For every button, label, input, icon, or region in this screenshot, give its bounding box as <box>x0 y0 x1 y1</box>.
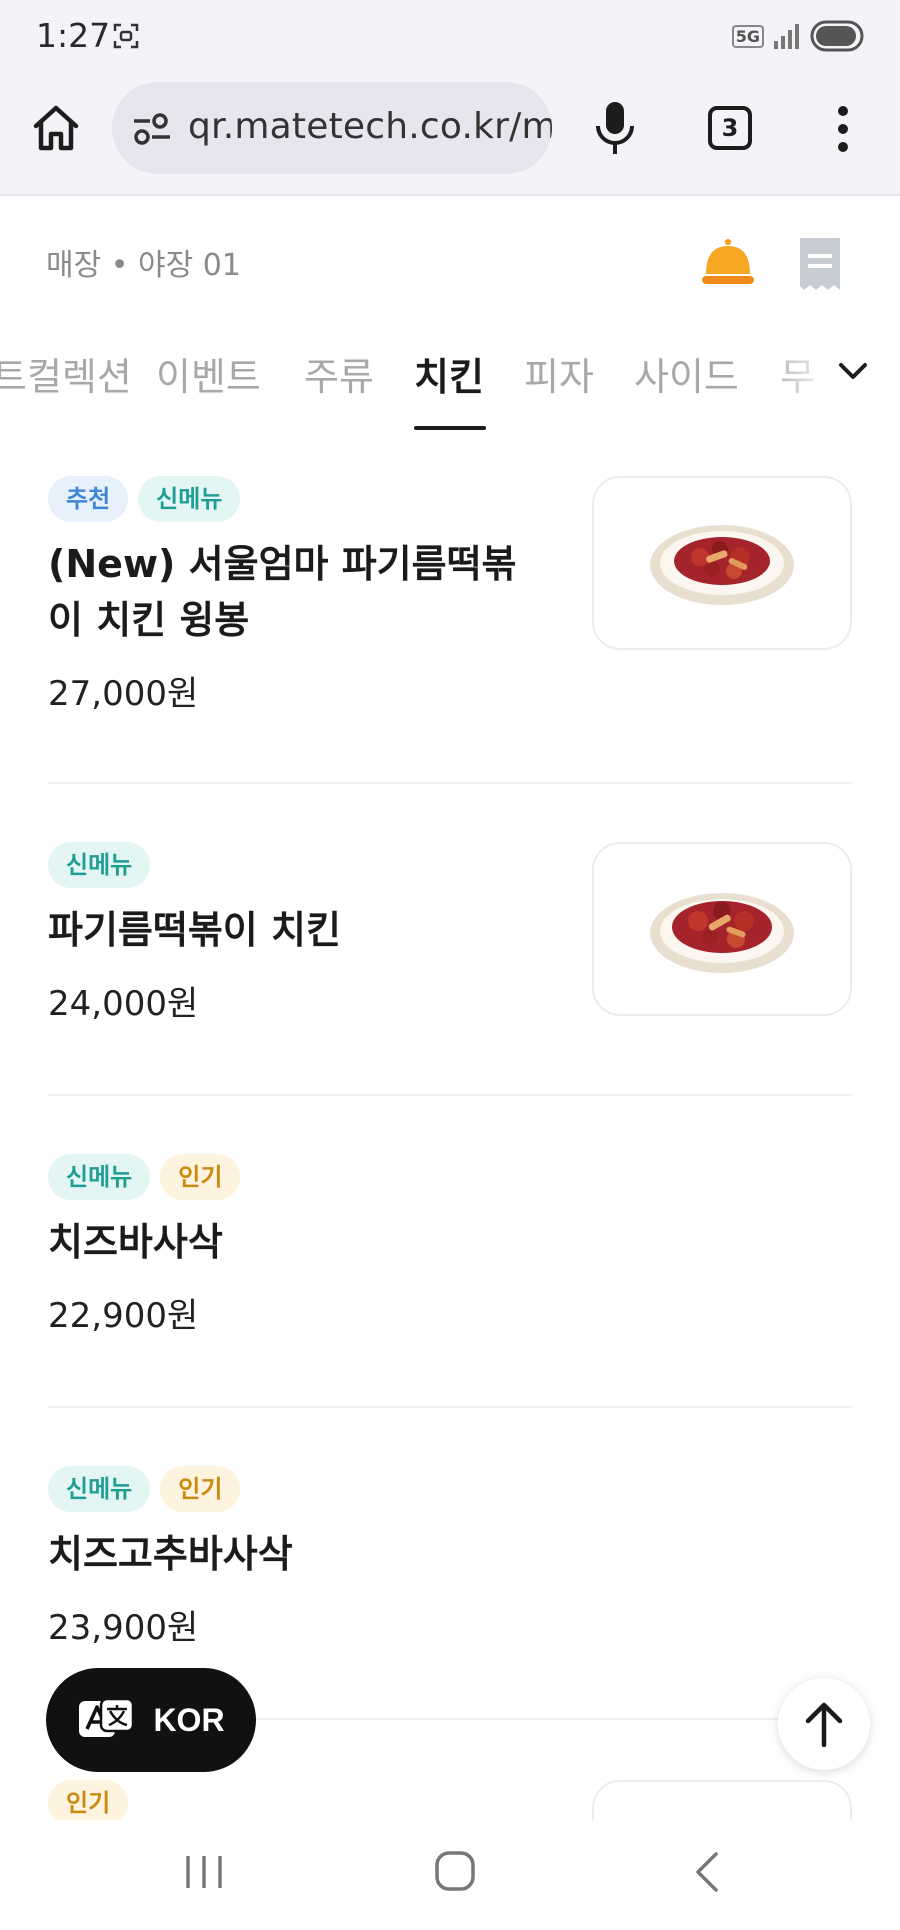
badge-recommended: 추천 <box>48 476 129 522</box>
badge-popular: 인기 <box>160 1466 241 1512</box>
badge-new: 신메뉴 <box>48 1466 151 1512</box>
menu-item[interactable]: 신메뉴 인기 치즈고추바사삭 23,900원 <box>48 1466 852 1649</box>
badge-popular: 인기 <box>48 1780 129 1820</box>
site-settings-icon[interactable] <box>132 112 172 146</box>
tab-switcher-button[interactable]: 3 <box>708 106 752 150</box>
url-text: qr.matetech.co.kr/me <box>188 106 552 147</box>
tab-category-5[interactable]: 사이드 <box>634 346 739 401</box>
call-staff-bell-icon[interactable] <box>700 236 756 288</box>
home-icon[interactable] <box>30 102 82 154</box>
badge-new: 신메뉴 <box>48 842 151 888</box>
home-nav-icon[interactable] <box>434 1850 476 1892</box>
status-icons: 5G <box>731 20 864 52</box>
language-label: KOR <box>153 1701 225 1738</box>
battery-icon <box>810 20 864 52</box>
tab-category-1[interactable]: 이벤트 <box>156 346 261 401</box>
menu-item-name: 치즈고추바사삭 <box>48 1532 293 1576</box>
store-table-label: 매장 • 야장 01 <box>46 248 241 283</box>
menu-item[interactable]: 신메뉴 파기름떡볶이 치킨 24,000원 <box>48 842 852 1025</box>
recent-apps-icon[interactable] <box>182 1852 226 1892</box>
microphone-icon[interactable] <box>590 100 640 156</box>
language-toggle-button[interactable]: KOR <box>46 1668 256 1772</box>
menu-item-price: 22,900원 <box>48 1296 199 1336</box>
menu-item-name: 파기름떡볶이 치킨 <box>48 908 341 952</box>
signal-icon <box>774 24 799 49</box>
menu-item[interactable]: 추천 신메뉴 (New) 서울엄마 파기름떡볶이 치킨 윙봉 27,000원 <box>48 476 852 715</box>
tab-category-0[interactable]: 트컬렉션 <box>0 346 132 401</box>
menu-item-price: 27,000원 <box>48 674 199 714</box>
active-tab-indicator <box>414 426 486 430</box>
status-time: 1:27 <box>36 16 111 55</box>
badge-new: 신메뉴 <box>48 1154 151 1200</box>
badge-popular: 인기 <box>160 1154 241 1200</box>
more-options-icon[interactable] <box>836 104 850 154</box>
chevron-down-icon[interactable] <box>836 358 870 384</box>
network-5g-icon: 5G <box>731 24 764 48</box>
menu-item[interactable]: 인기 <box>48 1780 852 1820</box>
translate-icon <box>79 1697 135 1737</box>
browser-toolbar: qr.matetech.co.kr/me 3 <box>0 76 900 196</box>
menu-item-image <box>592 842 852 1016</box>
food-plate-image <box>650 893 794 973</box>
menu-list: 추천 신메뉴 (New) 서울엄마 파기름떡볶이 치킨 윙봉 27,000원 신… <box>0 440 900 1820</box>
menu-item[interactable]: 신메뉴 인기 치즈바사삭 22,900원 <box>48 1154 852 1337</box>
screen-record-icon <box>113 23 139 49</box>
menu-item-name: (New) 서울엄마 파기름떡볶이 치킨 윙봉 <box>48 542 517 642</box>
status-bar: 1:27 5G <box>0 0 900 76</box>
system-navigation-bar <box>0 1820 900 1930</box>
order-receipt-icon[interactable] <box>796 236 844 292</box>
menu-item-price: 23,900원 <box>48 1608 199 1648</box>
address-bar[interactable]: qr.matetech.co.kr/me <box>112 82 552 174</box>
tab-category-active[interactable]: 치킨 <box>414 346 484 401</box>
badge-new: 신메뉴 <box>138 476 241 522</box>
food-plate-image <box>650 525 794 605</box>
category-tabs: 트컬렉션 이벤트 주류 치킨 피자 사이드 무 <box>0 340 900 436</box>
menu-item-image <box>592 1780 852 1820</box>
menu-item-image <box>592 476 852 650</box>
tab-category-2[interactable]: 주류 <box>304 346 374 401</box>
menu-item-name: 치즈바사삭 <box>48 1220 223 1264</box>
back-icon[interactable] <box>690 1850 724 1894</box>
arrow-up-icon <box>805 1702 843 1747</box>
scroll-to-top-button[interactable] <box>778 1678 870 1770</box>
tab-category-4[interactable]: 피자 <box>524 346 594 401</box>
